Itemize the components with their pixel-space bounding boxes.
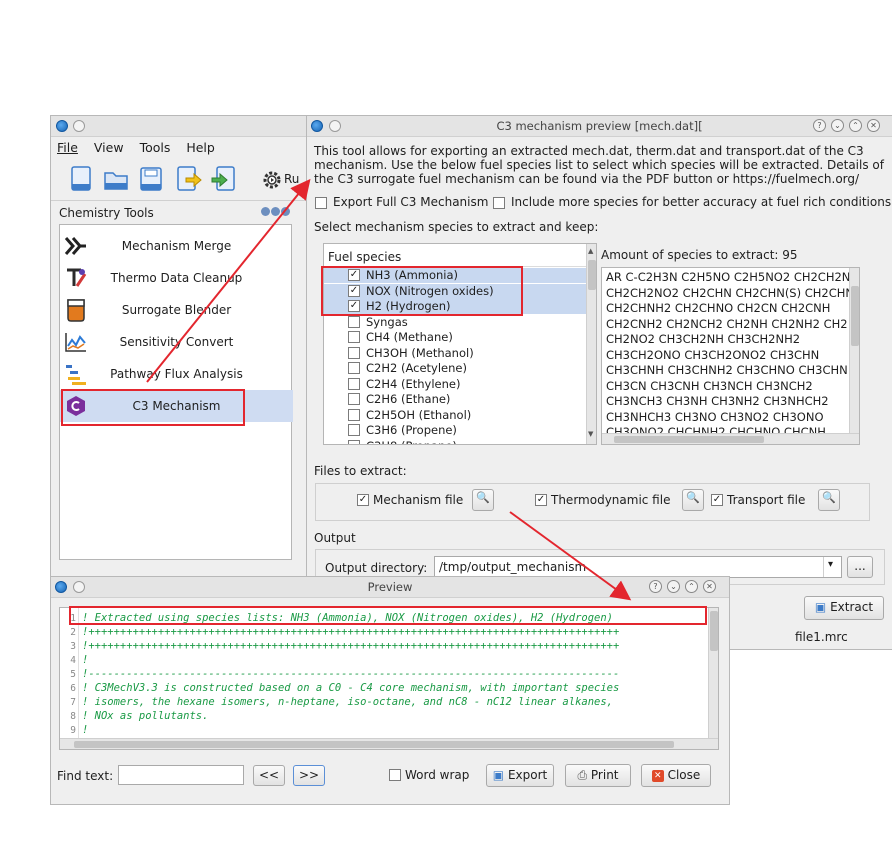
- arrow-to-preview: [509, 511, 632, 601]
- arrow-to-dialog: [146, 178, 311, 383]
- annotation-arrows: [146, 178, 632, 601]
